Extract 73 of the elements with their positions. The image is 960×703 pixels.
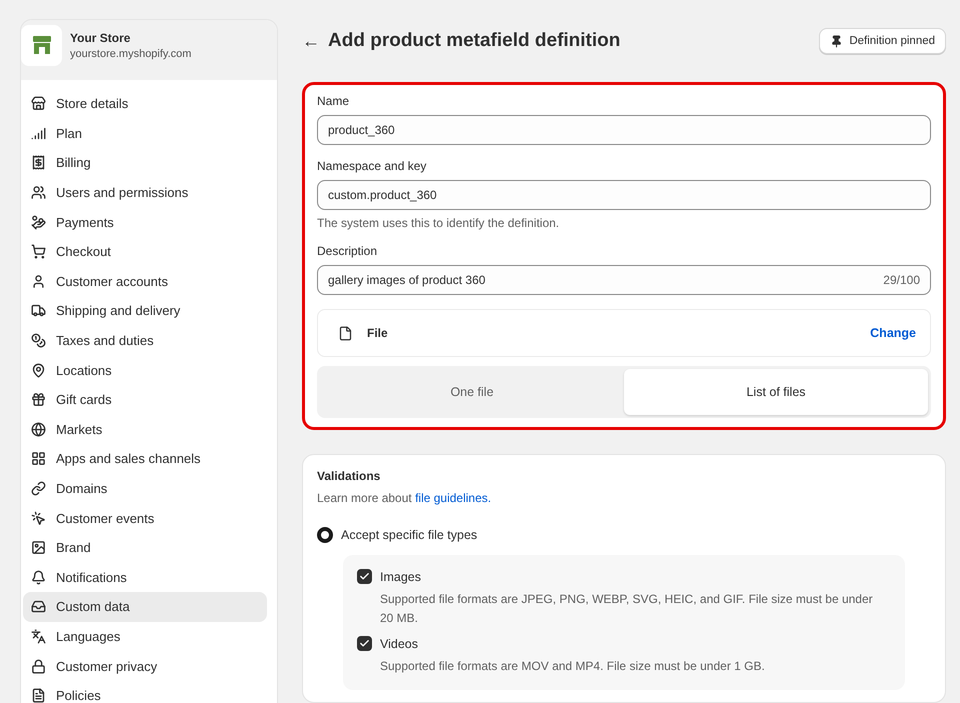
store-name: Your Store xyxy=(70,30,132,44)
sidebar-item[interactable]: Payments xyxy=(23,207,267,237)
sidebar-item[interactable]: Customer privacy xyxy=(23,651,267,681)
check-icon xyxy=(359,571,370,582)
change-link[interactable]: Change xyxy=(870,326,916,340)
field-label: Name xyxy=(317,94,350,108)
coins-icon xyxy=(31,333,46,348)
sidebar-item[interactable]: Markets xyxy=(23,414,267,444)
sidebar-item[interactable]: Notifications xyxy=(23,562,267,592)
sidebar-item[interactable]: Users and permissions xyxy=(23,178,267,208)
languages-icon xyxy=(31,628,46,644)
segment-button[interactable]: List of files xyxy=(624,369,928,415)
lock-icon xyxy=(31,658,46,674)
guidelines-link[interactable]: file guidelines. xyxy=(415,491,492,505)
sidebar-item[interactable]: Apps and sales channels xyxy=(23,444,267,474)
chart-icon xyxy=(31,126,46,141)
sidebar-item[interactable]: Custom data xyxy=(23,592,267,622)
pin-icon xyxy=(830,34,844,48)
sidebar-item[interactable]: Domains xyxy=(23,474,267,504)
grid-icon xyxy=(31,451,46,466)
checkbox-label: Videos xyxy=(380,636,418,650)
cart-icon xyxy=(31,244,46,260)
page-title: Add product metafield definition xyxy=(328,30,620,52)
sidebar-item[interactable]: Shipping and delivery xyxy=(23,296,267,326)
hand-icon xyxy=(31,214,46,230)
intro-text: Learn more about file guidelines. xyxy=(317,491,492,505)
image-icon xyxy=(31,540,46,556)
sidebar-item[interactable]: Customer events xyxy=(23,503,267,533)
sidebar-item[interactable]: Gift cards xyxy=(23,384,267,415)
sidebar-item[interactable]: Policies xyxy=(23,680,267,703)
gift-icon xyxy=(31,392,46,408)
name-field[interactable]: product_360 xyxy=(317,115,931,145)
field-label: Namespace and key xyxy=(317,159,428,173)
sidebar-item[interactable]: Store details xyxy=(23,89,267,119)
help-text: Supported file formats are JPEG, PNG, WEBP, SVG, HEIC, and GIF. File size must be under 20 MB. xyxy=(380,591,874,627)
help-text: The system uses this to identify the definition. xyxy=(317,216,560,230)
sidebar-item[interactable]: Customer accounts xyxy=(23,266,267,296)
sidebar-item[interactable]: Plan xyxy=(23,118,267,148)
globe-icon xyxy=(31,422,46,437)
back-arrow[interactable]: ← xyxy=(302,30,320,52)
sidebar-item[interactable]: Locations xyxy=(23,355,267,385)
help-text: Supported file formats are MOV and MP4. File size must be under 1 GB. xyxy=(380,658,766,675)
checkbox-label: Images xyxy=(380,570,421,584)
truck-icon xyxy=(31,303,46,318)
checkbox[interactable] xyxy=(357,569,372,584)
users-icon xyxy=(31,185,46,200)
namespace-field[interactable]: custom.product_360 xyxy=(317,180,931,210)
section-title: Validations xyxy=(317,469,382,483)
link-icon xyxy=(31,481,46,496)
bell-icon xyxy=(31,570,46,585)
segment-button[interactable]: One file xyxy=(320,369,624,415)
sidebar-item[interactable]: Brand xyxy=(23,532,267,562)
file-icon xyxy=(338,326,353,340)
store-domain: yourstore.myshopify.com xyxy=(70,48,192,60)
map-pin-icon xyxy=(31,362,46,378)
type-name: File xyxy=(367,326,389,340)
definition-pinned-button[interactable]: Definition pinned xyxy=(819,28,946,54)
tray-icon xyxy=(31,599,46,614)
character-counter: 29/100 xyxy=(883,273,920,287)
store-icon xyxy=(31,96,46,112)
document-icon xyxy=(31,688,46,703)
sidebar-item[interactable]: Taxes and duties xyxy=(23,326,267,356)
check-icon xyxy=(359,638,370,649)
pointer-icon xyxy=(31,510,46,526)
radio-label: Accept specific file types xyxy=(341,528,478,542)
sidebar-item[interactable]: Billing xyxy=(23,148,267,178)
receipt-icon xyxy=(31,155,46,170)
sidebar-item[interactable]: Languages xyxy=(23,622,267,652)
person-icon xyxy=(31,274,46,289)
checkbox[interactable] xyxy=(357,636,372,651)
field-label: Description xyxy=(317,244,378,258)
sidebar-item[interactable]: Checkout xyxy=(23,236,267,267)
radio-button[interactable] xyxy=(317,527,333,543)
